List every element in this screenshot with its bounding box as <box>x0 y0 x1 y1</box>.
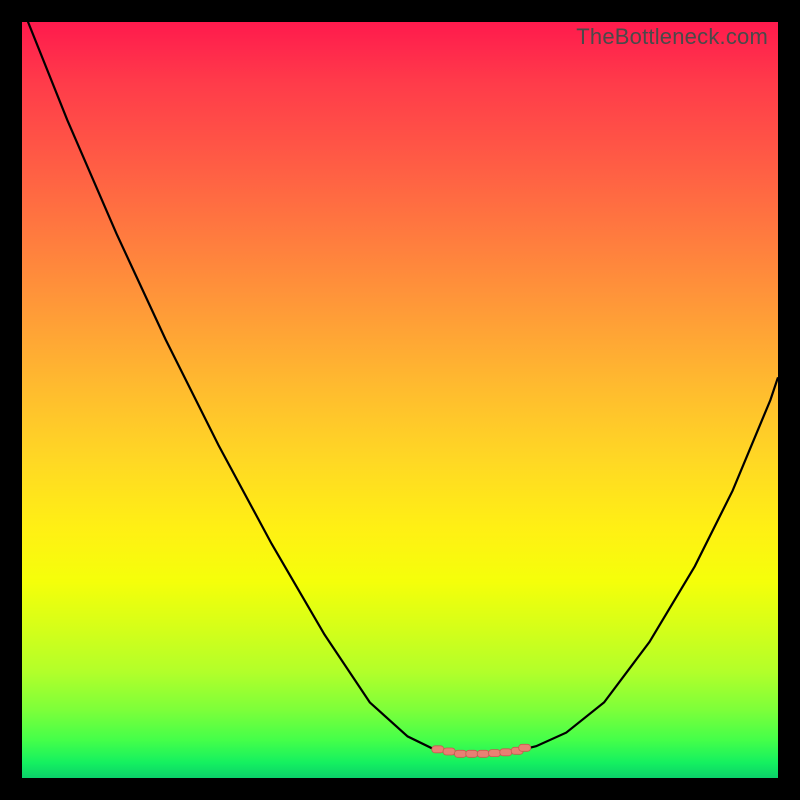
chart-svg <box>22 22 778 778</box>
marker-pill <box>519 744 531 751</box>
marker-pill <box>500 749 512 756</box>
marker-pill <box>432 746 444 753</box>
curve-left <box>22 7 461 754</box>
marker-pill <box>455 750 467 757</box>
marker-pill <box>477 750 489 757</box>
marker-group <box>432 744 531 757</box>
curve-right <box>461 377 779 754</box>
marker-pill <box>489 750 501 757</box>
plot-area: TheBottleneck.com <box>22 22 778 778</box>
marker-pill <box>466 750 478 757</box>
marker-pill <box>443 748 455 755</box>
watermark-text: TheBottleneck.com <box>576 24 768 50</box>
chart-frame: TheBottleneck.com <box>0 0 800 800</box>
